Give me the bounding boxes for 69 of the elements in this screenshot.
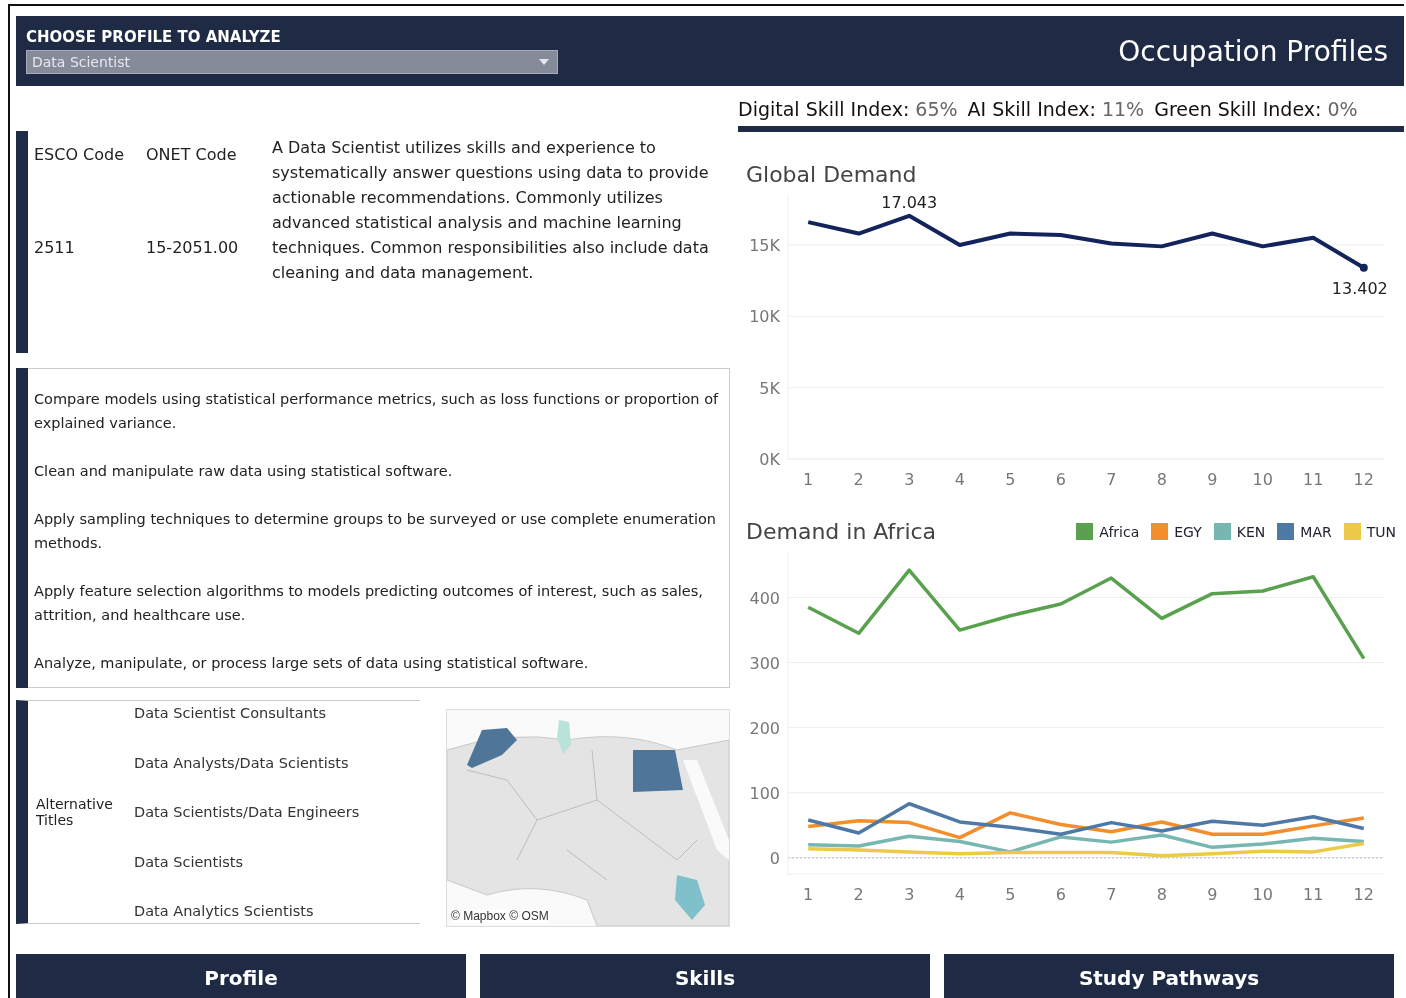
axis-tick-label: 5 <box>1005 885 1016 904</box>
axis-tick-label: 0 <box>769 848 780 868</box>
axis-tick-label: 3 <box>904 470 915 489</box>
skill-index: AI Skill Index: 11% <box>967 98 1145 120</box>
column-heading: ONET Code <box>146 145 238 164</box>
axis-tick-label: 7 <box>1106 470 1117 489</box>
axis-tick-label: 12 <box>1353 885 1374 904</box>
axis-tick-label: 7 <box>1106 885 1117 904</box>
nav-button[interactable]: Skills <box>480 954 930 998</box>
axis-tick-label: 2 <box>853 470 864 489</box>
axis-tick-label: 4 <box>954 885 965 904</box>
task-text: Clean and manipulate raw data using statistical software. <box>34 462 454 481</box>
axis-tick-label: 6 <box>1055 885 1066 904</box>
data-label: 17.043 <box>881 192 938 212</box>
task-text: Apply sampling techniques to determine groups to be surveyed or use complete enumeration methods. <box>34 510 718 553</box>
axis-tick-label: 1 <box>803 885 814 904</box>
axis-tick-label: 400 <box>749 588 780 608</box>
legend-label: EGY <box>1174 523 1202 540</box>
axis-tick-label: 5 <box>1005 470 1016 489</box>
map-attribution: © Mapbox © OSM <box>451 909 549 923</box>
axis-tick-label: 10 <box>1252 470 1273 489</box>
legend-label: TUN <box>1366 523 1396 540</box>
alternative-title: Data Analytics Scientists <box>134 903 315 919</box>
axis-tick-label: 6 <box>1055 470 1066 489</box>
code-value: 15-2051.00 <box>146 238 240 257</box>
axis-tick-label: 300 <box>749 653 780 673</box>
axis-tick-label: 200 <box>749 718 780 738</box>
alternative-title: Data Scientists/Data Engineers <box>134 804 360 820</box>
skill-index: Green Skill Index: 0% <box>1154 98 1358 120</box>
axis-tick-label: 4 <box>954 470 965 489</box>
page-title: Occupation Profiles <box>1118 34 1388 68</box>
data-point <box>1359 263 1368 272</box>
filter-label: CHOOSE PROFILE TO ANALYZE <box>26 28 282 46</box>
axis-tick-label: 11 <box>1303 470 1324 489</box>
chart-title: Global Demand <box>746 162 917 187</box>
task-text: Compare models using statistical performance metrics, such as loss functions or proportion of explained variance. <box>34 390 719 433</box>
axis-tick-label: 15K <box>749 235 780 255</box>
legend-label: KEN <box>1236 523 1266 540</box>
task-text: Analyze, manipulate, or process large sets of data using statistical software. <box>34 654 590 673</box>
axis-tick-label: 100 <box>749 783 780 803</box>
axis-tick-label: 1 <box>803 470 814 489</box>
code-value: 2511 <box>34 238 76 257</box>
axis-tick-label: 12 <box>1353 470 1374 489</box>
axis-tick-label: 9 <box>1207 885 1218 904</box>
chart-title: Demand in Africa <box>746 519 937 544</box>
task-text: Apply feature selection algorithms to models predicting outcomes of interest, such as sales, attrition, and healthcare use. <box>34 582 704 625</box>
axis-tick-label: 9 <box>1207 470 1218 489</box>
axis-tick-label: 5K <box>759 378 780 398</box>
alternative-title: Data Analysts/Data Scientists <box>134 754 350 771</box>
caret-icon <box>539 59 549 65</box>
axis-tick-label: 3 <box>904 885 915 904</box>
nav-button[interactable]: Profile <box>16 954 466 998</box>
skill-index: Digital Skill Index: 65% <box>738 98 958 120</box>
occupation-description: A Data Scientist utilizes skills and experience to systematically answer questions using data to provide actionable recommendations. Commonly utilizes advanced statistical analysis and machine learning techniques. Common responsibilities also include data cleaning and data management. <box>271 137 710 284</box>
axis-tick-label: 10 <box>1252 885 1273 904</box>
axis-tick-label: 8 <box>1156 470 1167 489</box>
alternative-title: Data Scientists <box>134 853 245 870</box>
legend-label: Africa <box>1099 523 1140 540</box>
column-heading: ESCO Code <box>34 145 126 164</box>
axis-tick-label: 11 <box>1303 885 1324 904</box>
axis-tick-label: 10K <box>749 307 780 327</box>
axis-tick-label: 2 <box>853 885 864 904</box>
alternative-titles-label: Alternative Titles <box>35 796 114 828</box>
axis-tick-label: 0K <box>759 450 780 469</box>
axis-tick-label: 8 <box>1156 885 1167 904</box>
nav-button[interactable]: Study Pathways <box>944 954 1394 998</box>
data-label: 13.402 <box>1331 278 1388 298</box>
alternative-title: Data Scientist Consultants <box>134 705 328 721</box>
legend-label: MAR <box>1300 523 1332 540</box>
